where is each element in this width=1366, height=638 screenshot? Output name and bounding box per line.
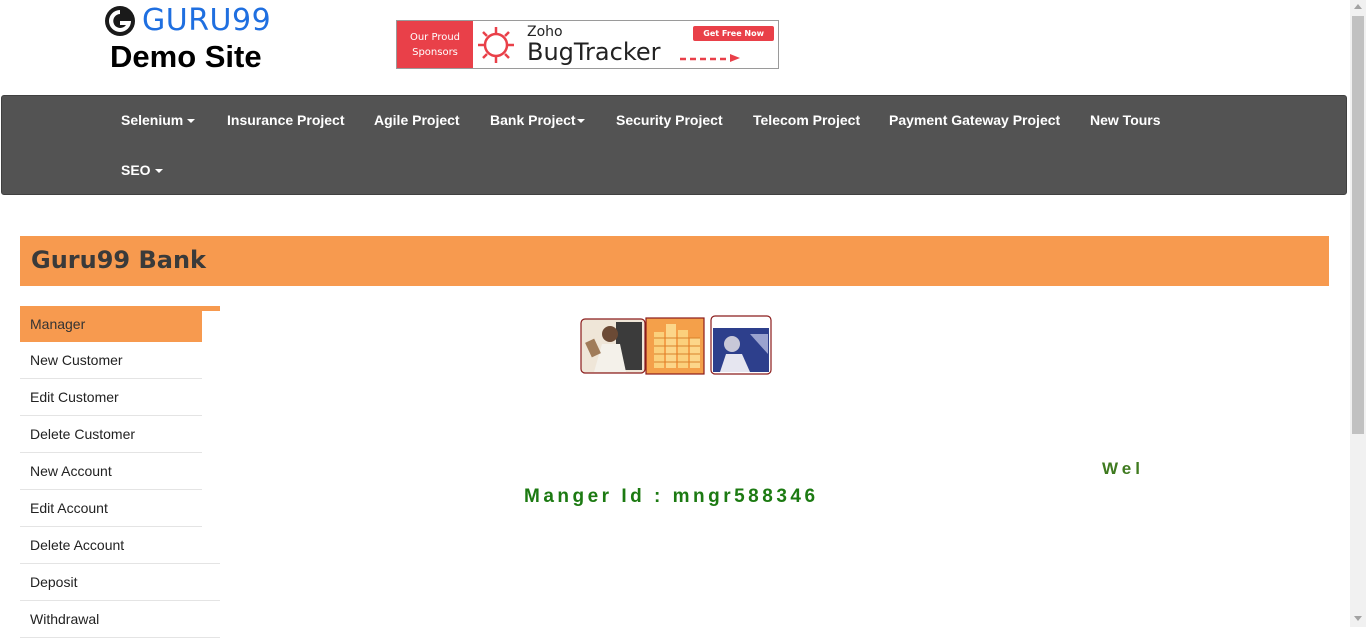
main-navbar: Selenium Insurance Project Agile Project… <box>1 95 1347 195</box>
side-menu: Manager New Customer Edit Customer Delet… <box>20 306 220 638</box>
nav-seo[interactable]: SEO <box>121 162 163 178</box>
sponsor-banner[interactable]: Our Proud Sponsors Zoho BugTracker Get F… <box>396 20 779 69</box>
menu-accent-strip <box>202 306 220 311</box>
banner-sponsor-line1: Our Proud <box>409 31 461 43</box>
menu-item-new-account[interactable]: New Account <box>20 453 202 490</box>
customer-photo <box>710 315 772 375</box>
banner-brand-big: BugTracker <box>527 37 661 66</box>
nav-payment-gateway-project[interactable]: Payment Gateway Project <box>889 112 1060 128</box>
nav-agile-project[interactable]: Agile Project <box>374 112 460 128</box>
menu-item-deposit[interactable]: Deposit <box>20 564 220 601</box>
phone-call-photo <box>580 318 646 374</box>
bank-banner-image <box>580 315 772 375</box>
page-scrollbar[interactable] <box>1350 0 1366 627</box>
menu-item-withdrawal[interactable]: Withdrawal <box>20 601 220 638</box>
banner-brand-small: Zoho <box>527 23 563 40</box>
welcome-marquee-text: Wel <box>1102 459 1144 478</box>
banner-sponsor-label: Our Proud Sponsors <box>397 21 473 68</box>
guru99-logo[interactable]: GURU99 Demo Site <box>104 4 284 74</box>
bug-gear-icon <box>473 21 519 68</box>
banner-brand: Zoho BugTracker <box>527 21 661 68</box>
nav-telecom-project[interactable]: Telecom Project <box>753 112 860 128</box>
get-free-now-button[interactable]: Get Free Now <box>693 26 774 41</box>
caret-down-icon <box>576 119 585 124</box>
banner-sponsor-line2: Sponsors <box>412 46 458 58</box>
menu-item-manager[interactable]: Manager <box>20 306 202 342</box>
scroll-up-arrow-icon[interactable] <box>1354 4 1362 9</box>
nav-selenium-label: Selenium <box>121 112 184 128</box>
logo-subtitle: Demo Site <box>110 39 262 74</box>
guru99-logo-icon <box>105 6 135 36</box>
nav-seo-label: SEO <box>121 162 151 178</box>
menu-item-delete-account[interactable]: Delete Account <box>20 527 220 564</box>
caret-down-icon <box>187 119 196 124</box>
bank-header: Guru99 Bank <box>20 236 1329 286</box>
caret-down-icon <box>154 169 163 174</box>
nav-insurance-project[interactable]: Insurance Project <box>227 112 345 128</box>
nav-bank-project[interactable]: Bank Project <box>490 112 585 128</box>
nav-selenium[interactable]: Selenium <box>121 112 196 128</box>
nav-new-tours[interactable]: New Tours <box>1090 112 1161 128</box>
menu-item-edit-customer[interactable]: Edit Customer <box>20 379 202 416</box>
scroll-thumb[interactable] <box>1352 16 1364 434</box>
dashed-arrow-icon <box>680 54 740 62</box>
page-title: Guru99 Bank <box>31 246 206 274</box>
menu-item-edit-account[interactable]: Edit Account <box>20 490 202 527</box>
menu-item-new-customer[interactable]: New Customer <box>20 342 202 379</box>
logo-text: GURU99 <box>142 3 272 38</box>
coins-photo <box>645 317 705 375</box>
manager-id-text: Manger Id : mngr588346 <box>524 486 819 507</box>
menu-item-delete-customer[interactable]: Delete Customer <box>20 416 202 453</box>
nav-security-project[interactable]: Security Project <box>616 112 723 128</box>
nav-bank-project-label: Bank Project <box>490 112 576 128</box>
scroll-down-arrow-icon[interactable] <box>1354 616 1362 621</box>
